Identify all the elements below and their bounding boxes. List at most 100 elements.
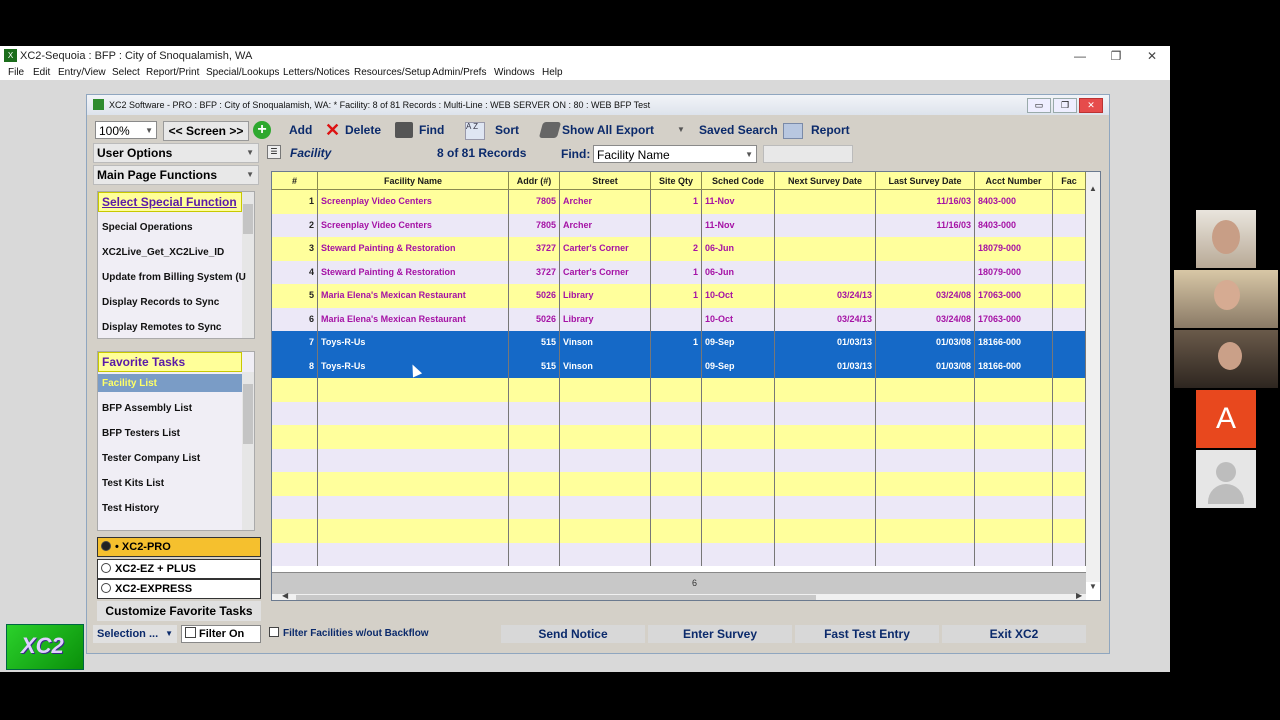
find-field-select[interactable]: Facility Name ▼	[593, 145, 757, 163]
scroll-left-icon[interactable]: ◀	[282, 591, 288, 600]
menu-report-print[interactable]: Report/Print	[146, 67, 199, 78]
find-button[interactable]: Find	[419, 119, 444, 141]
column-header-acct-number[interactable]: Acct Number	[975, 172, 1053, 190]
favorite-item-test-history[interactable]: Test History	[102, 503, 159, 514]
show-all-icon[interactable]	[538, 122, 562, 138]
add-icon[interactable]: +	[253, 121, 271, 139]
column-header-last-survey-date[interactable]: Last Survey Date	[876, 172, 975, 190]
close-icon[interactable]: ✕	[1134, 46, 1170, 66]
saved-search-button[interactable]: Saved Search	[699, 119, 778, 141]
table-cell	[272, 401, 318, 425]
inner-minimize-icon[interactable]: ▭	[1027, 98, 1051, 113]
customize-favorite-tasks-button[interactable]: Customize Favorite Tasks	[97, 601, 261, 621]
binoculars-icon[interactable]	[395, 122, 413, 138]
table-cell	[876, 260, 975, 284]
empty-row[interactable]	[272, 425, 1086, 449]
table-row[interactable]: 6 Maria Elena's Mexican Restaurant 5026 Lib…	[272, 307, 1086, 331]
list-item[interactable]: Display Records to Sync	[102, 297, 219, 308]
menu-help[interactable]: Help	[542, 67, 563, 78]
selection-dropdown[interactable]: Selection ... ▼	[93, 625, 177, 643]
favorite-item-bfp-assembly-list[interactable]: BFP Assembly List	[102, 403, 192, 414]
edition-pro-radio[interactable]: • XC2-PRO	[97, 537, 261, 557]
menu-resources-setup[interactable]: Resources/Setup	[354, 67, 431, 78]
empty-row[interactable]	[272, 495, 1086, 519]
empty-row[interactable]	[272, 448, 1086, 472]
table-row[interactable]: 8 Toys-R-Us 515 Vinson 09-Sep 01/03/13 01/03/0…	[272, 354, 1086, 378]
menu-windows[interactable]: Windows	[494, 67, 535, 78]
enter-survey-button[interactable]: Enter Survey	[648, 625, 792, 643]
column-header-facility-name[interactable]: Facility Name	[318, 172, 509, 190]
add-button[interactable]: Add	[289, 119, 312, 141]
send-notice-button[interactable]: Send Notice	[501, 625, 645, 643]
favorite-item-facility-list[interactable]: Facility List	[102, 378, 157, 389]
column-header-street[interactable]: Street	[560, 172, 651, 190]
table-row[interactable]: 7 Toys-R-Us 515 Vinson 1 09-Sep 01/03/13 01/03/…	[272, 331, 1086, 355]
horizontal-scroll-thumb[interactable]	[296, 595, 816, 600]
restore-icon[interactable]: ❐	[1098, 46, 1134, 66]
grid-menu-icon[interactable]: ☰	[267, 145, 281, 159]
scroll-down-icon[interactable]: ▼	[1089, 582, 1097, 591]
menu-edit[interactable]: Edit	[33, 67, 50, 78]
minimize-icon[interactable]: —	[1062, 46, 1098, 66]
scroll-thumb[interactable]	[243, 384, 253, 444]
favorite-item-bfp-testers-list[interactable]: BFP Testers List	[102, 428, 180, 439]
menu-letters-notices[interactable]: Letters/Notices	[283, 67, 350, 78]
grid-horizontal-scrollbar[interactable]: ◀ ▶	[272, 591, 1086, 600]
delete-icon[interactable]: ✕	[325, 119, 340, 141]
inner-close-icon[interactable]: ✕	[1079, 98, 1103, 113]
menu-special-lookups[interactable]: Special/Lookups	[206, 67, 279, 78]
main-page-functions-select[interactable]: Main Page Functions ▼	[93, 165, 259, 185]
export-button[interactable]: Export	[616, 119, 654, 141]
show-all-button[interactable]: Show All	[562, 119, 612, 141]
empty-row[interactable]	[272, 542, 1086, 566]
scroll-right-icon[interactable]: ▶	[1076, 591, 1082, 600]
filter-backflow-checkbox[interactable]: Filter Facilities w/out Backflow	[269, 625, 499, 643]
table-row[interactable]: 5 Maria Elena's Mexican Restaurant 5026 Lib…	[272, 284, 1086, 308]
inner-restore-icon[interactable]: ❐	[1053, 98, 1077, 113]
column-header-next-survey-date[interactable]: Next Survey Date	[775, 172, 876, 190]
grid-vertical-scrollbar[interactable]: ▲ ▼	[1086, 172, 1100, 591]
delete-button[interactable]: Delete	[345, 119, 381, 141]
exit-xc2-button[interactable]: Exit XC2	[942, 625, 1086, 643]
empty-row[interactable]	[272, 378, 1086, 402]
table-row[interactable]: 3 Steward Painting & Restoration 3727 Carte…	[272, 237, 1086, 261]
scroll-thumb[interactable]	[243, 204, 253, 234]
filter-on-checkbox[interactable]: Filter On	[181, 625, 261, 643]
favorite-item-tester-company-list[interactable]: Tester Company List	[102, 453, 200, 464]
empty-row[interactable]	[272, 401, 1086, 425]
sort-button[interactable]: Sort	[495, 119, 519, 141]
list-item[interactable]: Display Remotes to Sync	[102, 322, 221, 333]
edition-ez-radio[interactable]: XC2-EZ + PLUS	[97, 559, 261, 579]
menu-entry-view[interactable]: Entry/View	[58, 67, 106, 78]
report-button[interactable]: Report	[811, 119, 850, 141]
table-row[interactable]: 4 Steward Painting & Restoration 3727 Carte…	[272, 260, 1086, 284]
column-header-fac[interactable]: Fac	[1053, 172, 1086, 190]
menu-admin-prefs[interactable]: Admin/Prefs	[432, 67, 486, 78]
export-dropdown-icon[interactable]: ▼	[677, 125, 685, 134]
screen-nav-button[interactable]: << Screen >>	[163, 121, 249, 141]
list-item[interactable]: XC2Live_Get_XC2Live_ID	[102, 247, 224, 258]
special-list-scrollbar[interactable]	[242, 192, 254, 338]
list-item[interactable]: Update from Billing System (U	[102, 272, 246, 283]
column-header-number[interactable]: #	[272, 172, 318, 190]
report-icon[interactable]	[783, 123, 803, 139]
sort-icon[interactable]: A Z	[465, 122, 485, 140]
column-header-sched-code[interactable]: Sched Code	[702, 172, 775, 190]
find-input[interactable]	[763, 145, 853, 163]
table-row[interactable]: 1 Screenplay Video Centers 7805 Archer 1 11-N…	[272, 190, 1086, 214]
fast-test-entry-button[interactable]: Fast Test Entry	[795, 625, 939, 643]
column-header-addr[interactable]: Addr (#)	[509, 172, 560, 190]
empty-row[interactable]	[272, 519, 1086, 543]
column-header-site-qty[interactable]: Site Qty	[651, 172, 702, 190]
favorite-item-test-kits-list[interactable]: Test Kits List	[102, 478, 164, 489]
empty-row[interactable]	[272, 472, 1086, 496]
scroll-up-icon[interactable]: ▲	[1089, 184, 1097, 193]
edition-express-radio[interactable]: XC2-EXPRESS	[97, 579, 261, 599]
menu-file[interactable]: File	[8, 67, 24, 78]
list-item[interactable]: Special Operations	[102, 222, 193, 233]
zoom-select[interactable]: 100% ▼	[95, 121, 157, 139]
favorite-list-scrollbar[interactable]	[242, 372, 254, 530]
user-options-select[interactable]: User Options ▼	[93, 143, 259, 163]
table-row[interactable]: 2 Screenplay Video Centers 7805 Archer 11-No…	[272, 213, 1086, 237]
menu-select[interactable]: Select	[112, 67, 140, 78]
